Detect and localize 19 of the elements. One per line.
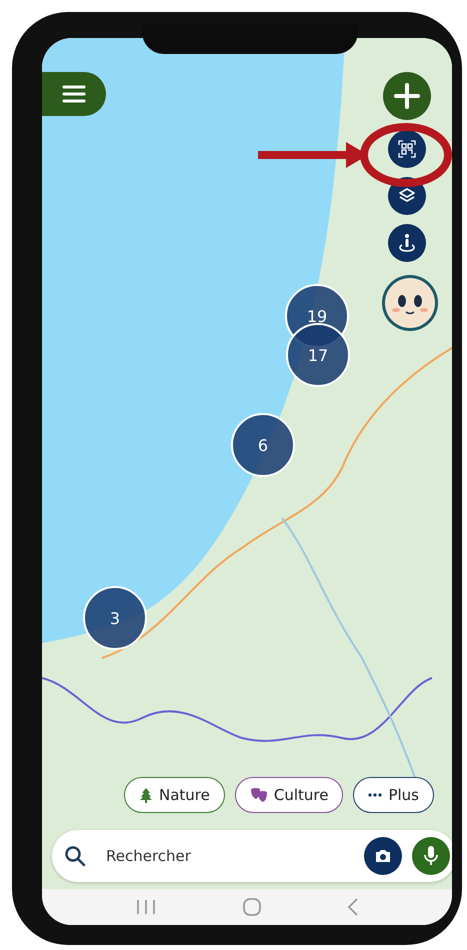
search-icon xyxy=(64,845,86,867)
menu-icon xyxy=(62,84,86,104)
category-chip[interactable]: Nature xyxy=(124,777,225,813)
theater-masks-icon xyxy=(250,787,268,803)
tree-icon xyxy=(138,787,153,803)
layers-icon xyxy=(398,187,416,205)
home-icon[interactable] xyxy=(242,897,262,917)
qr-scan-icon xyxy=(398,140,416,158)
back-icon[interactable] xyxy=(347,898,360,916)
category-chip[interactable]: Culture xyxy=(234,777,344,813)
search-input[interactable]: Rechercher xyxy=(104,846,328,866)
category-chip[interactable]: Plus xyxy=(353,777,434,813)
recent-apps-icon[interactable] xyxy=(134,899,157,915)
microphone-icon xyxy=(423,845,439,867)
camera-icon xyxy=(374,848,392,864)
cartoon-face-icon xyxy=(384,277,436,329)
plus-icon xyxy=(394,83,420,109)
more-dots-icon xyxy=(368,793,382,797)
menu-button[interactable] xyxy=(42,72,106,116)
